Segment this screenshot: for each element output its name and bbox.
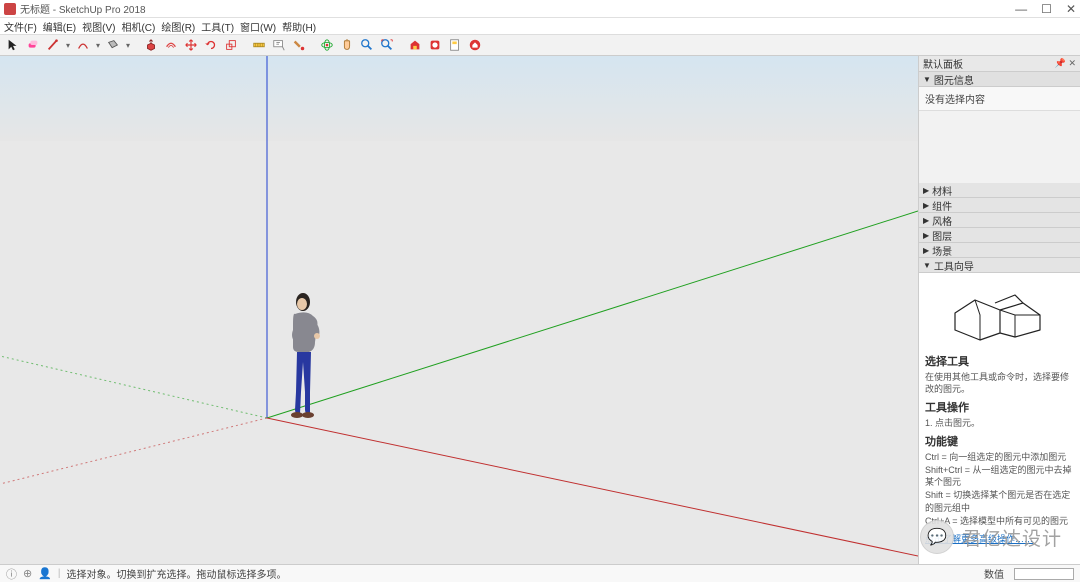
menu-view[interactable]: 视图(V) xyxy=(82,19,115,34)
components-header[interactable]: ▶组件 xyxy=(919,198,1080,213)
layers-label: 图层 xyxy=(932,228,952,243)
select-tool-icon[interactable] xyxy=(4,36,22,54)
wechat-icon: 💬 xyxy=(920,520,954,554)
watermark-text: 君亿达设计 xyxy=(962,524,1062,551)
instructor-label: 工具向导 xyxy=(934,258,974,273)
panel-pin-icon[interactable]: 📌 ✕ xyxy=(1055,58,1076,69)
tape-tool-icon[interactable] xyxy=(250,36,268,54)
menu-edit[interactable]: 编辑(E) xyxy=(43,19,76,34)
default-panel-label: 默认面板 xyxy=(923,56,963,71)
status-info-icon[interactable]: ⓘ xyxy=(6,566,17,582)
entity-info-header[interactable]: ▼图元信息 xyxy=(919,72,1080,87)
move-tool-icon[interactable] xyxy=(182,36,200,54)
maximize-button[interactable]: ☐ xyxy=(1041,2,1052,16)
instructor-k2: Shift+Ctrl = 从一组选定的图元中去掉某个图元 xyxy=(925,464,1074,488)
entity-info-label: 图元信息 xyxy=(934,72,974,87)
measurement-label: 数值 xyxy=(984,566,1004,581)
orbit-tool-icon[interactable] xyxy=(318,36,336,54)
instructor-header[interactable]: ▼工具向导 xyxy=(919,258,1080,273)
layout-icon[interactable] xyxy=(446,36,464,54)
pan-tool-icon[interactable] xyxy=(338,36,356,54)
window-title: 无标题 - SketchUp Pro 2018 xyxy=(20,1,1015,16)
menu-draw[interactable]: 绘图(R) xyxy=(161,19,195,34)
status-user-icon[interactable]: 👤 xyxy=(38,567,52,580)
origin-axes xyxy=(0,56,918,564)
scenes-header[interactable]: ▶场景 xyxy=(919,243,1080,258)
menu-camera[interactable]: 相机(C) xyxy=(121,19,155,34)
arc-tool-icon[interactable] xyxy=(74,36,92,54)
default-panel-header[interactable]: 默认面板 📌 ✕ xyxy=(919,56,1080,72)
instructor-k3: Shift = 切换选择某个图元是否在选定的图元组中 xyxy=(925,489,1074,513)
zoom-extents-tool-icon[interactable] xyxy=(378,36,396,54)
measurement-input[interactable] xyxy=(1014,568,1074,580)
warehouse-tool-icon[interactable] xyxy=(406,36,424,54)
side-panel: 默认面板 📌 ✕ ▼图元信息 没有选择内容 ▶材料 ▶组件 ▶风格 ▶图层 ▶场… xyxy=(918,56,1080,564)
menu-help[interactable]: 帮助(H) xyxy=(282,19,316,34)
instructor-tool-desc: 在使用其他工具或命令时，选择要修改的图元。 xyxy=(925,371,1074,395)
instructor-k1: Ctrl = 向一组选定的图元中添加图元 xyxy=(925,451,1074,463)
app-icon xyxy=(4,3,16,15)
instructor-keys-title: 功能键 xyxy=(925,435,1074,450)
instructor-op-1: 1. 点击图元。 xyxy=(925,417,1074,429)
arc-dropdown-icon[interactable]: ▾ xyxy=(94,36,102,54)
line-tool-icon[interactable] xyxy=(44,36,62,54)
materials-label: 材料 xyxy=(932,183,952,198)
instructor-op-title: 工具操作 xyxy=(925,401,1074,416)
watermark: 💬 君亿达设计 xyxy=(920,520,1062,554)
paint-tool-icon[interactable] xyxy=(290,36,308,54)
status-message: 选择对象。切换到扩充选择。拖动鼠标选择多项。 xyxy=(67,566,287,581)
offset-tool-icon[interactable] xyxy=(162,36,180,54)
pushpull-tool-icon[interactable] xyxy=(142,36,160,54)
eraser-tool-icon[interactable] xyxy=(24,36,42,54)
line-dropdown-icon[interactable]: ▾ xyxy=(64,36,72,54)
viewport-3d[interactable] xyxy=(0,56,918,564)
status-geo-icon[interactable]: ⊕ xyxy=(23,567,32,580)
close-button[interactable]: ✕ xyxy=(1066,2,1076,16)
status-bar: ⓘ ⊕ 👤 | 选择对象。切换到扩充选择。拖动鼠标选择多项。 数值 xyxy=(0,564,1080,582)
zoom-tool-icon[interactable] xyxy=(358,36,376,54)
text-tool-icon[interactable] xyxy=(270,36,288,54)
menu-tools[interactable]: 工具(T) xyxy=(201,19,234,34)
menu-bar: 文件(F) 编辑(E) 视图(V) 相机(C) 绘图(R) 工具(T) 窗口(W… xyxy=(0,18,1080,34)
minimize-button[interactable]: — xyxy=(1015,2,1027,16)
entity-info-body: 没有选择内容 xyxy=(919,87,1080,111)
shape-dropdown-icon[interactable]: ▾ xyxy=(124,36,132,54)
styles-label: 风格 xyxy=(932,213,952,228)
materials-header[interactable]: ▶材料 xyxy=(919,183,1080,198)
scenes-label: 场景 xyxy=(932,243,952,258)
styles-header[interactable]: ▶风格 xyxy=(919,213,1080,228)
title-bar: 无标题 - SketchUp Pro 2018 — ☐ ✕ xyxy=(0,0,1080,18)
ext-warehouse-icon[interactable] xyxy=(466,36,484,54)
no-selection-text: 没有选择内容 xyxy=(925,95,985,106)
layers-header[interactable]: ▶图层 xyxy=(919,228,1080,243)
menu-file[interactable]: 文件(F) xyxy=(4,19,37,34)
scale-tool-icon[interactable] xyxy=(222,36,240,54)
components-label: 组件 xyxy=(932,198,952,213)
scale-figure xyxy=(285,292,323,420)
toolbar: ▾ ▾ ▾ xyxy=(0,34,1080,56)
instructor-tool-title: 选择工具 xyxy=(925,355,1074,370)
instructor-illustration xyxy=(925,285,1074,345)
rectangle-tool-icon[interactable] xyxy=(104,36,122,54)
rotate-tool-icon[interactable] xyxy=(202,36,220,54)
menu-window[interactable]: 窗口(W) xyxy=(240,19,276,34)
extensions-icon[interactable] xyxy=(426,36,444,54)
